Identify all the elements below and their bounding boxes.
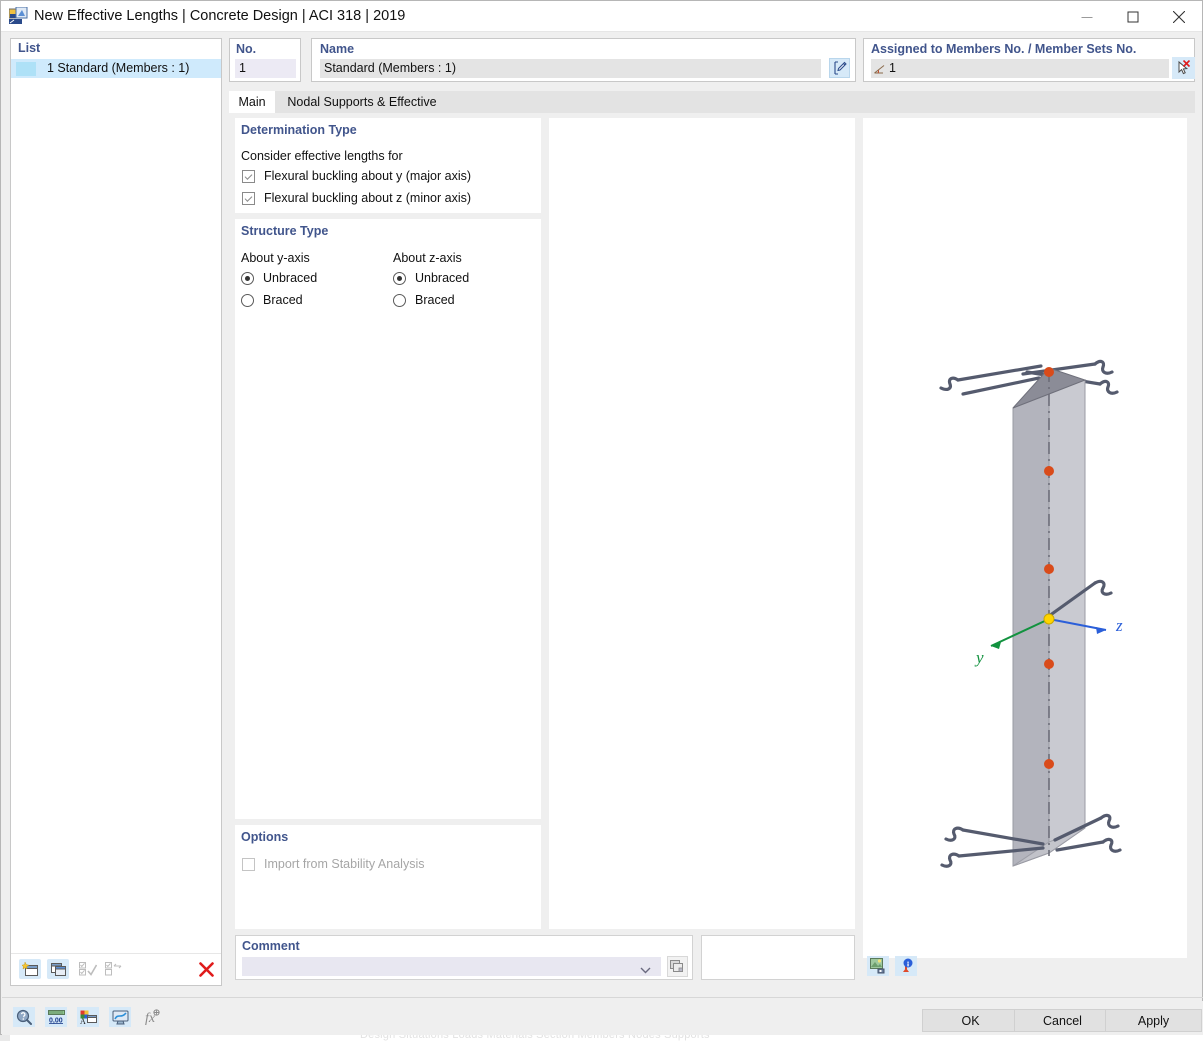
bottom-separator	[2, 997, 1203, 998]
assigned-members-label: Assigned to Members No. / Member Sets No…	[871, 42, 1137, 56]
model-3d-view-panel[interactable]: y z	[863, 118, 1187, 958]
structure-type-title: Structure Type	[241, 224, 329, 238]
number-input[interactable]	[235, 59, 296, 78]
chevron-down-icon[interactable]	[640, 963, 651, 977]
determination-type-panel: Determination Type Consider effective le…	[235, 118, 541, 213]
model-3d-scene: y z	[939, 359, 1123, 868]
search-info-icon[interactable]	[13, 1007, 35, 1027]
radio-z-braced[interactable]: Braced	[393, 293, 455, 307]
radio-y-unbraced[interactable]: Unbraced	[241, 271, 317, 285]
list-body: 1 Standard (Members : 1)	[11, 59, 221, 952]
list-panel: List 1 Standard (Members : 1)	[10, 38, 222, 986]
minimize-button[interactable]	[1064, 1, 1110, 32]
render-view-icon[interactable]	[867, 956, 889, 976]
about-y-axis-heading: About y-axis	[241, 251, 310, 265]
tab-nodal-supports-effective-lengths[interactable]: Nodal Supports & Effective Lengths	[275, 91, 449, 131]
radio-circle	[241, 293, 254, 307]
assigned-members-value[interactable]: 1	[871, 59, 1169, 78]
radio-z-unbraced[interactable]: Unbraced	[393, 271, 469, 285]
list-item-label: 1 Standard (Members : 1)	[47, 61, 190, 75]
determination-intro-text: Consider effective lengths for	[241, 149, 403, 163]
radio-label: Unbraced	[263, 271, 318, 285]
select-all-icon[interactable]	[77, 959, 99, 979]
edit-pencil-icon[interactable]	[829, 58, 850, 78]
nodal-support-symbol-top	[939, 359, 1114, 391]
radio-label: Braced	[415, 293, 455, 307]
axis-label-y: y	[974, 648, 984, 667]
options-panel: Options Import from Stability Analysis	[235, 825, 541, 929]
member-angle-icon	[874, 63, 885, 77]
effective-lengths-dialog: New Effective Lengths | Concrete Design …	[0, 0, 1203, 1035]
window-title: New Effective Lengths | Concrete Design …	[34, 8, 406, 24]
copy-entry-icon[interactable]	[47, 959, 69, 979]
svg-text:A: A	[80, 1017, 86, 1025]
checkbox-label: Flexural buckling about z (minor axis)	[264, 191, 472, 205]
checkbox-flexural-buckling-y[interactable]: Flexural buckling about y (major axis)	[242, 169, 471, 183]
apply-button[interactable]: Apply	[1105, 1009, 1202, 1032]
tab-main[interactable]: Main	[229, 91, 275, 113]
close-button[interactable]	[1156, 1, 1202, 32]
number-field-group: No.	[229, 38, 301, 82]
radio-y-braced[interactable]: Braced	[241, 293, 303, 307]
list-item[interactable]: 1 Standard (Members : 1)	[11, 59, 221, 78]
comment-input[interactable]	[242, 957, 661, 976]
checkbox-label: Import from Stability Analysis	[264, 857, 425, 871]
node-marker	[1044, 759, 1054, 769]
effective-lengths-icon	[8, 6, 28, 25]
info-view-icon[interactable]	[895, 956, 917, 976]
about-z-axis-heading: About z-axis	[393, 251, 462, 265]
bottom-toolbar: 0,00 A fx	[13, 1007, 163, 1027]
node-marker	[1044, 659, 1054, 669]
ok-button[interactable]: OK	[922, 1009, 1019, 1032]
node-marker	[1044, 466, 1054, 476]
tab-strip: Main Nodal Supports & Effective Lengths	[229, 91, 1195, 131]
name-field-label: Name	[320, 42, 355, 56]
radio-label: Braced	[263, 293, 303, 307]
list-item-color-swatch	[16, 61, 36, 76]
comment-side-panel	[701, 935, 855, 980]
units-decimals-icon[interactable]: 0,00	[45, 1007, 67, 1027]
checkbox-box	[242, 191, 255, 205]
checkbox-flexural-buckling-z[interactable]: Flexural buckling about z (minor axis)	[242, 191, 471, 205]
list-header: List	[11, 39, 221, 58]
checkbox-import-from-stability-analysis[interactable]: Import from Stability Analysis	[242, 857, 424, 871]
radio-circle	[393, 293, 406, 307]
formula-icon[interactable]: fx	[141, 1007, 163, 1027]
pick-cursor-icon[interactable]	[1172, 57, 1195, 79]
middle-empty-panel	[549, 118, 855, 929]
checkbox-box	[242, 169, 255, 183]
comment-group: Comment	[235, 935, 693, 980]
assigned-members-group: Assigned to Members No. / Member Sets No…	[863, 38, 1195, 82]
node-marker	[1044, 367, 1054, 377]
cancel-button[interactable]: Cancel	[1014, 1009, 1111, 1032]
name-field-group: Name	[311, 38, 856, 82]
title-bar: New Effective Lengths | Concrete Design …	[1, 1, 1202, 32]
axis-label-z: z	[1115, 616, 1123, 635]
new-entry-icon[interactable]	[19, 959, 41, 979]
checkbox-label: Flexural buckling about y (major axis)	[264, 169, 472, 183]
display-properties-icon[interactable]: A	[77, 1007, 99, 1027]
options-title: Options	[241, 830, 289, 844]
comment-label: Comment	[242, 939, 300, 953]
svg-text:0,00: 0,00	[49, 1018, 63, 1025]
determination-type-title: Determination Type	[241, 123, 357, 137]
radio-label: Unbraced	[415, 271, 470, 285]
node-marker	[1044, 564, 1054, 574]
checkbox-box	[242, 857, 255, 871]
copy-comment-icon[interactable]	[667, 956, 688, 977]
graphic-view-icon[interactable]	[109, 1007, 131, 1027]
number-field-label: No.	[236, 42, 257, 56]
list-toolbar	[11, 953, 221, 985]
delete-entry-icon[interactable]	[195, 959, 217, 979]
radio-circle	[241, 271, 254, 285]
radio-circle	[393, 271, 406, 285]
maximize-button[interactable]	[1110, 1, 1156, 32]
structure-type-panel: Structure Type About y-axis Unbraced Bra…	[235, 219, 541, 819]
tab-strip-filler	[449, 91, 1195, 113]
name-input[interactable]	[320, 59, 821, 78]
model-view-toolbar	[867, 956, 927, 980]
deselect-icon[interactable]	[103, 959, 125, 979]
